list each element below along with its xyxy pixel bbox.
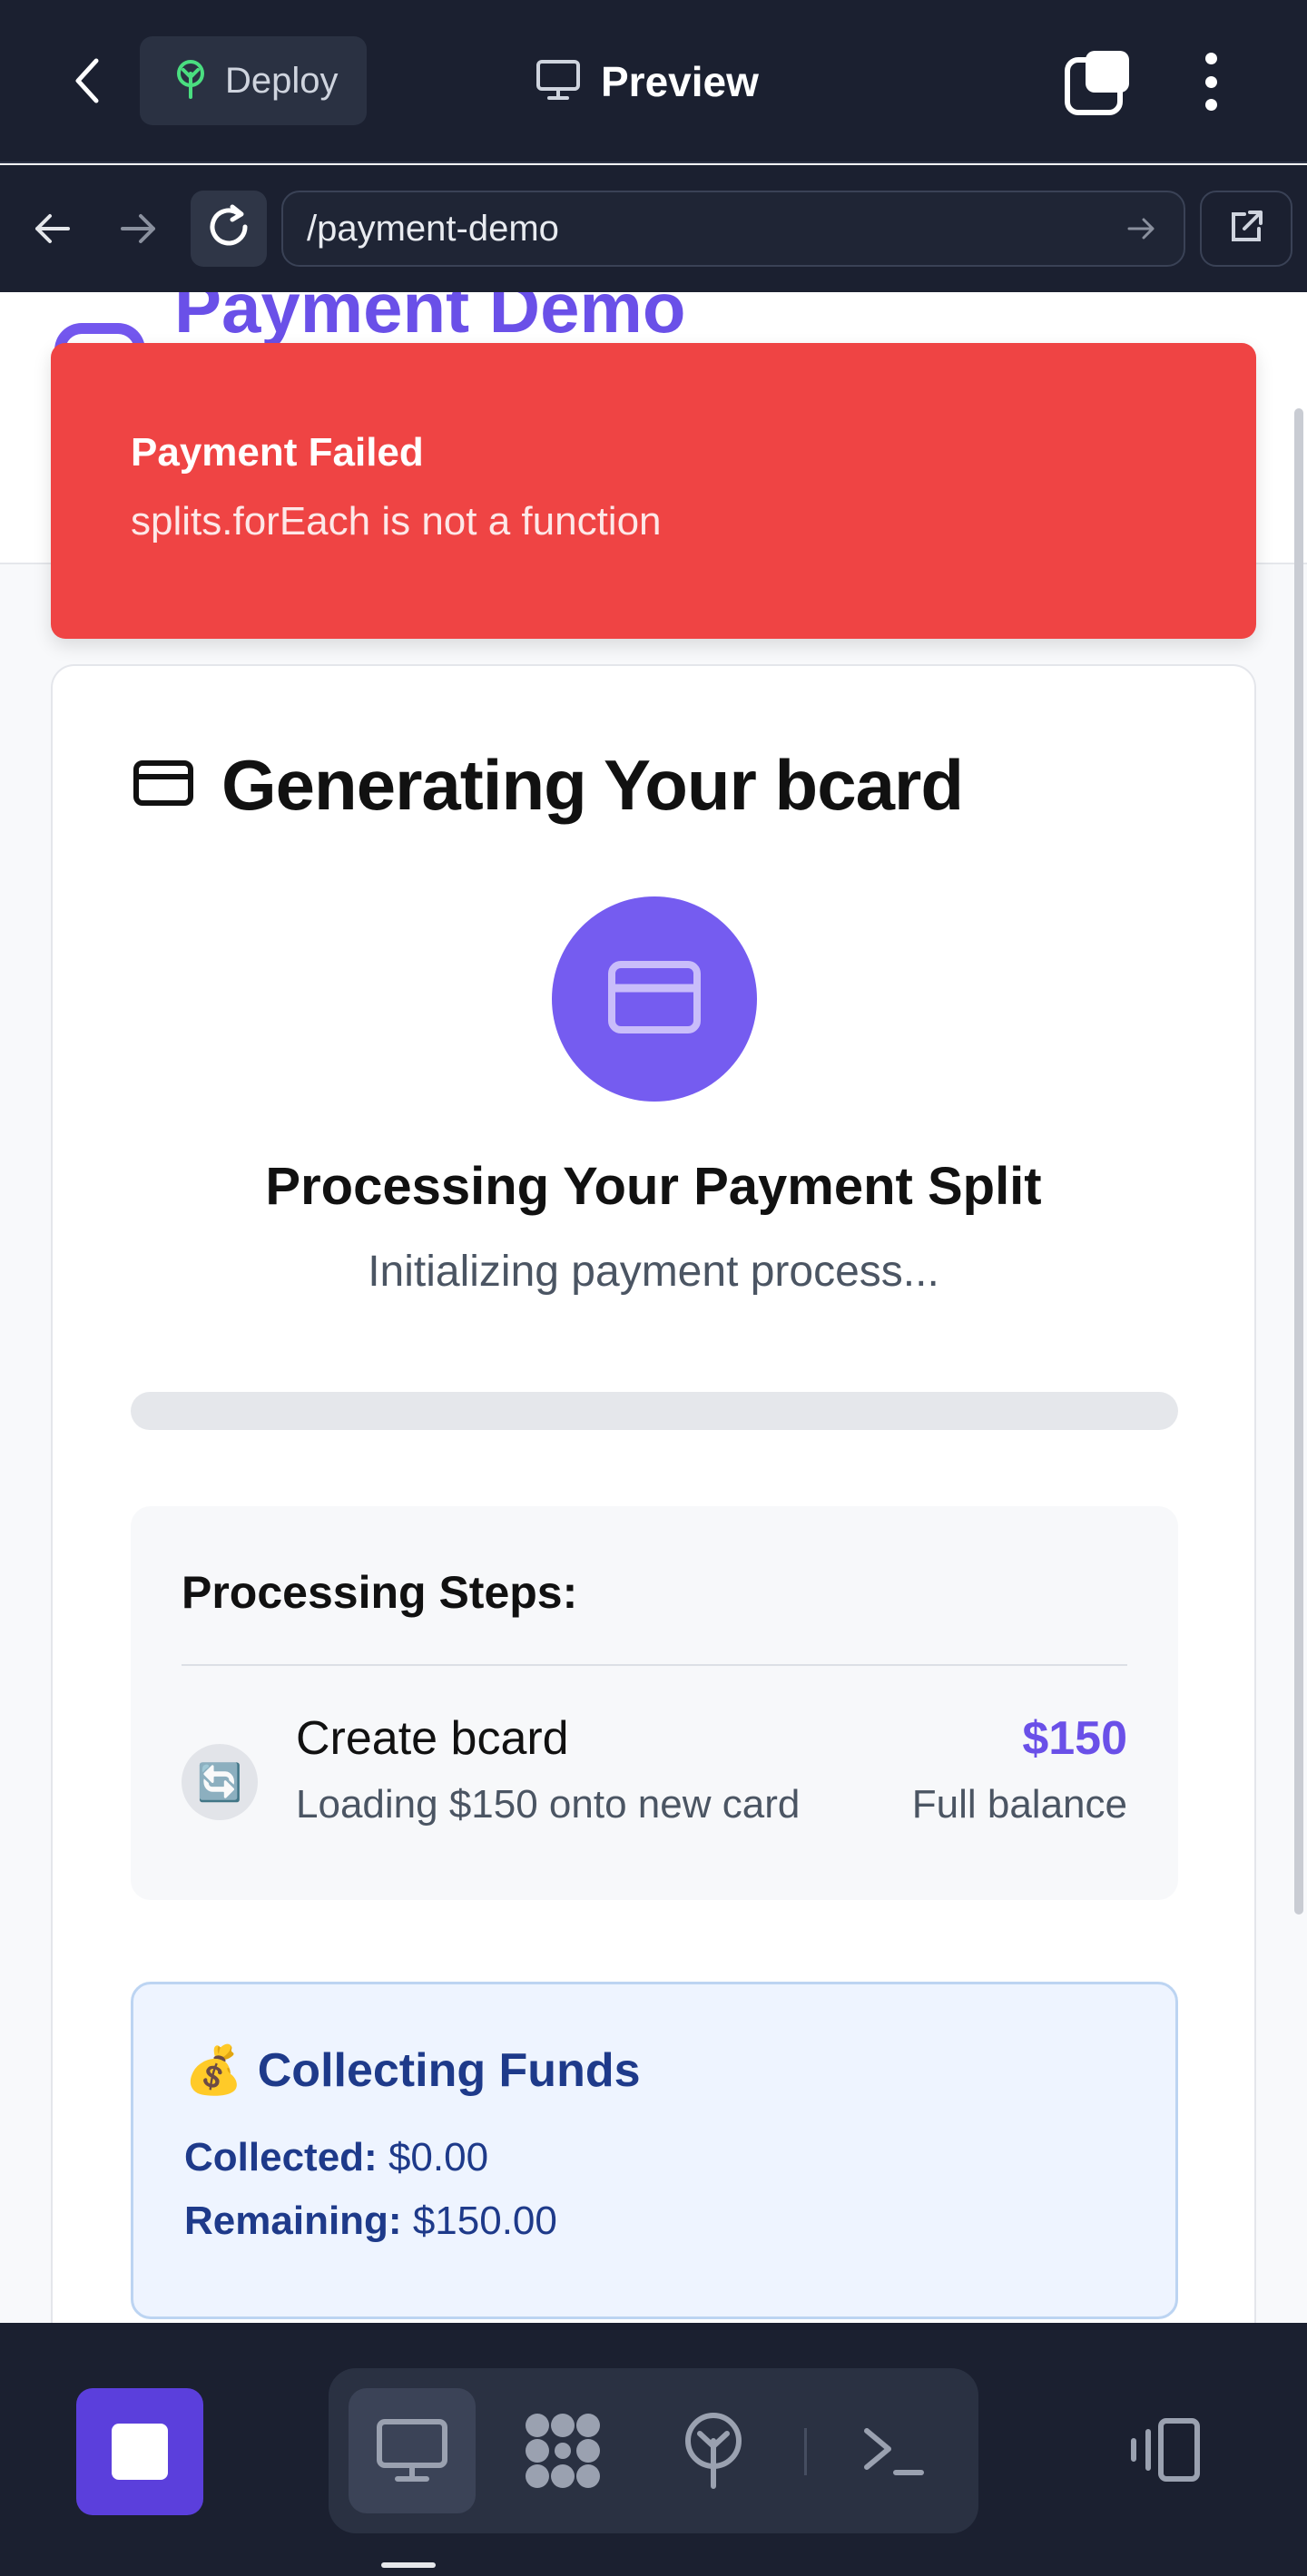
funds-title-label: Collecting Funds bbox=[257, 2043, 641, 2097]
collected-value: $0.00 bbox=[388, 2135, 489, 2179]
stop-icon bbox=[112, 2424, 168, 2480]
tool-group bbox=[329, 2368, 978, 2533]
browser-forward-icon[interactable] bbox=[107, 192, 171, 265]
deploy-label: Deploy bbox=[225, 60, 339, 101]
device-toggle-icon[interactable] bbox=[1122, 2406, 1209, 2493]
remaining-row: Remaining: $150.00 bbox=[184, 2199, 557, 2244]
card-title: Generating Your bcard bbox=[221, 745, 964, 825]
open-external-button[interactable] bbox=[1200, 191, 1292, 267]
collected-row: Collected: $0.00 bbox=[184, 2135, 488, 2180]
money-bag-icon: 💰 bbox=[184, 2044, 243, 2097]
deploy-button[interactable]: Deploy bbox=[140, 36, 367, 125]
step-name: Create bcard bbox=[296, 1712, 569, 1765]
url-bar[interactable]: /payment-demo bbox=[281, 191, 1185, 267]
credit-card-icon bbox=[606, 959, 703, 1040]
deploy-tree-icon bbox=[172, 59, 209, 103]
processing-title: Processing Your Payment Split bbox=[265, 1157, 1042, 1216]
step-description: Loading $150 onto new card bbox=[296, 1782, 801, 1827]
monitor-icon bbox=[536, 59, 581, 105]
toast-message: splits.forEach is not a function bbox=[131, 499, 662, 544]
deploy-tree-icon[interactable] bbox=[650, 2388, 777, 2513]
preview-label: Preview bbox=[601, 58, 759, 105]
step-note: Full balance bbox=[911, 1782, 1127, 1827]
collected-label: Collected: bbox=[184, 2135, 378, 2179]
go-arrow-icon[interactable] bbox=[1124, 211, 1160, 247]
home-indicator bbox=[381, 2562, 436, 2568]
credit-card-icon bbox=[133, 759, 194, 811]
card-header: Generating Your bcard bbox=[133, 744, 964, 827]
processing-status: Initializing payment process... bbox=[368, 1248, 939, 1296]
browser-bar: /payment-demo bbox=[0, 165, 1307, 292]
toast-title: Payment Failed bbox=[131, 430, 424, 475]
collecting-funds-panel: 💰 Collecting Funds Collected: $0.00 Rema… bbox=[131, 1982, 1178, 2319]
browser-back-icon[interactable] bbox=[20, 192, 84, 265]
apps-icon[interactable] bbox=[499, 2388, 626, 2513]
processing-steps-panel: Processing Steps: 🔄 Create bcard Loading… bbox=[131, 1506, 1178, 1900]
divider bbox=[182, 1664, 1127, 1666]
preview-title[interactable]: Preview bbox=[536, 45, 759, 118]
back-chevron-icon[interactable] bbox=[60, 49, 114, 113]
error-toast[interactable]: Payment Failed splits.forEach is not a f… bbox=[51, 343, 1256, 639]
more-menu-icon[interactable] bbox=[1185, 47, 1236, 116]
processing-card-badge bbox=[552, 896, 757, 1102]
terminal-icon[interactable] bbox=[830, 2388, 957, 2513]
tabs-switcher-icon[interactable] bbox=[1064, 47, 1133, 116]
scrollbar[interactable] bbox=[1294, 408, 1303, 1915]
bcard-generation-card: Generating Your bcard Processing Your Pa… bbox=[51, 664, 1256, 2576]
refresh-emoji-icon: 🔄 bbox=[182, 1744, 258, 1820]
external-link-icon bbox=[1226, 207, 1266, 251]
step-amount: $150 bbox=[1022, 1712, 1127, 1765]
bottom-toolbar bbox=[0, 2323, 1307, 2576]
remaining-label: Remaining: bbox=[184, 2199, 402, 2243]
url-text: /payment-demo bbox=[307, 208, 559, 249]
progress-bar bbox=[131, 1392, 1178, 1430]
stop-button[interactable] bbox=[76, 2388, 203, 2515]
remaining-value: $150.00 bbox=[412, 2199, 557, 2243]
monitor-icon[interactable] bbox=[349, 2388, 476, 2513]
app-top-bar: Deploy Preview bbox=[0, 0, 1307, 163]
steps-title: Processing Steps: bbox=[182, 1567, 578, 1618]
funds-title: 💰 Collecting Funds bbox=[184, 2042, 641, 2098]
page-title: Payment Demo bbox=[174, 292, 686, 348]
divider bbox=[804, 2428, 807, 2475]
reload-icon bbox=[205, 203, 252, 255]
reload-button[interactable] bbox=[191, 191, 267, 267]
